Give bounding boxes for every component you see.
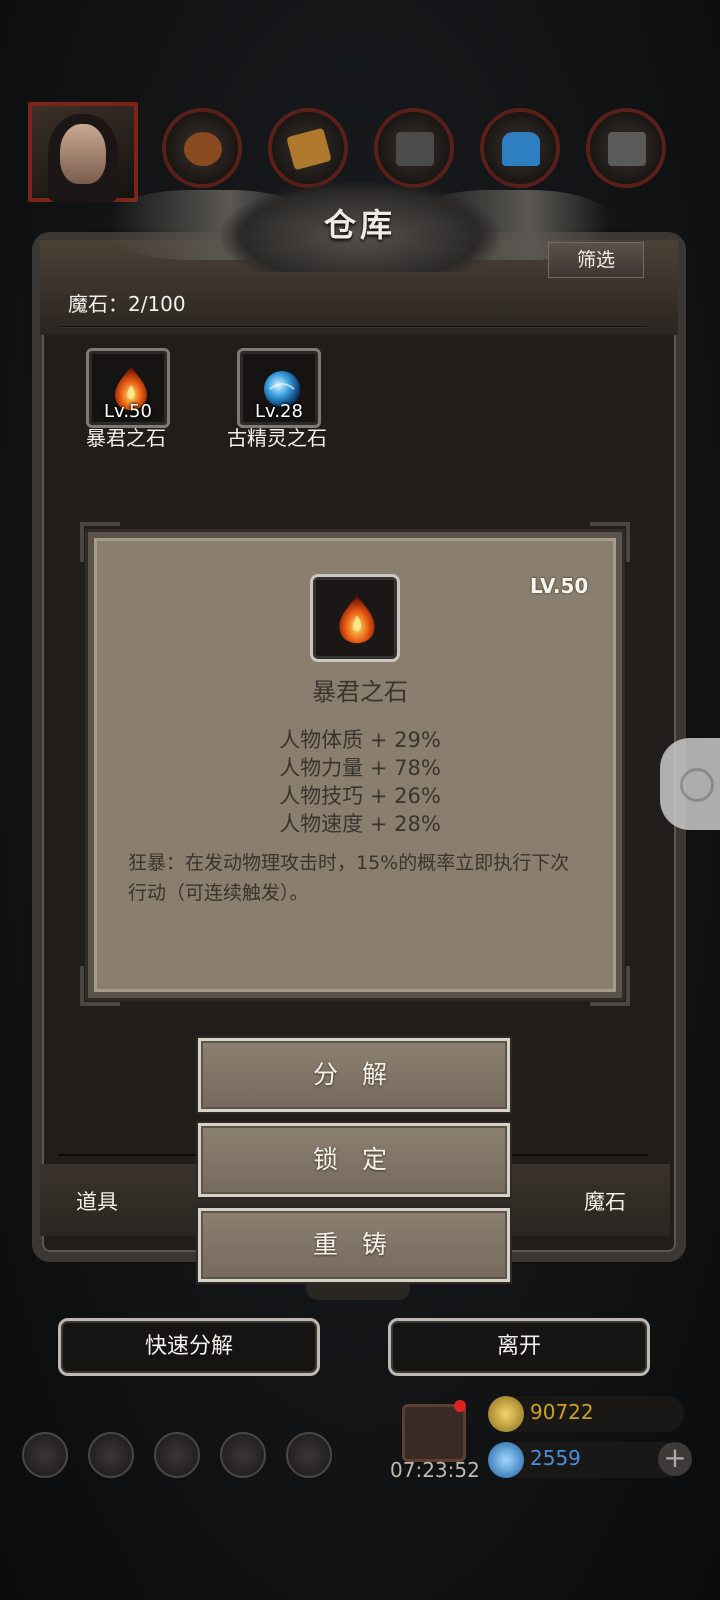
crystal-icon[interactable]: [480, 108, 560, 188]
card-corner-ornament: [80, 522, 120, 562]
iron-icon[interactable]: [374, 108, 454, 188]
gift-box-icon[interactable]: [402, 1404, 466, 1462]
stat-line: 人物技巧 + 26%: [279, 784, 441, 808]
settings-icon[interactable]: [22, 1432, 68, 1478]
lock-button[interactable]: 锁 定: [198, 1123, 510, 1197]
tab-magic-stones[interactable]: 魔石: [584, 1186, 626, 1216]
mail-icon[interactable]: [220, 1432, 266, 1478]
side-floating-button[interactable]: [660, 738, 720, 830]
card-corner-ornament: [590, 522, 630, 562]
item-level: Lv.50: [104, 401, 152, 422]
capacity-label: 魔石：2/100: [68, 292, 186, 316]
divider: [62, 326, 646, 328]
stat-line: 人物速度 + 28%: [279, 812, 441, 836]
gold-amount: 90722: [530, 1400, 594, 1424]
notification-dot: [454, 1400, 466, 1412]
plank-icon[interactable]: [268, 108, 348, 188]
item-name: 暴君之石: [86, 426, 166, 450]
building-icon[interactable]: [154, 1432, 200, 1478]
ring-icon: [680, 768, 714, 802]
stone-icon[interactable]: [586, 108, 666, 188]
fire-gem-icon: [339, 595, 375, 644]
item-slot-tyrant-stone[interactable]: Lv.50: [86, 348, 170, 428]
detail-item-icon: [310, 574, 400, 662]
leave-button[interactable]: 离开: [388, 1318, 650, 1376]
gem-icon: [488, 1442, 524, 1478]
stat-line: 人物体质 + 29%: [279, 728, 441, 752]
player-portrait[interactable]: [28, 102, 138, 202]
map-icon[interactable]: [286, 1432, 332, 1478]
card-corner-ornament: [590, 966, 630, 1006]
detail-level: LV.50: [530, 574, 589, 598]
gem-amount: 2559: [530, 1446, 581, 1470]
card-corner-ornament: [80, 966, 120, 1006]
stat-line: 人物力量 + 78%: [279, 756, 441, 780]
quick-decompose-button[interactable]: 快速分解: [58, 1318, 320, 1376]
add-currency-button[interactable]: +: [658, 1442, 692, 1476]
effect-description: 狂暴：在发动物理攻击时，15%的概率立即执行下次行动（可连续触发）。: [128, 852, 570, 904]
gold-coin-icon: [488, 1396, 524, 1432]
tab-items[interactable]: 道具: [76, 1186, 118, 1216]
portrait-face: [60, 124, 106, 184]
filter-button[interactable]: 筛选: [548, 242, 644, 278]
page-title: 仓库: [323, 206, 396, 244]
wood-icon[interactable]: [162, 108, 242, 188]
star-icon[interactable]: [88, 1432, 134, 1478]
gift-timer: 07:23:52: [390, 1458, 480, 1482]
item-slot-ancient-elf-stone[interactable]: Lv.28: [237, 348, 321, 428]
item-level: Lv.28: [255, 401, 303, 422]
decompose-button[interactable]: 分 解: [198, 1038, 510, 1112]
detail-item-name: 暴君之石: [312, 678, 408, 706]
item-name: 古精灵之石: [227, 426, 327, 450]
reforge-button[interactable]: 重 铸: [198, 1208, 510, 1282]
